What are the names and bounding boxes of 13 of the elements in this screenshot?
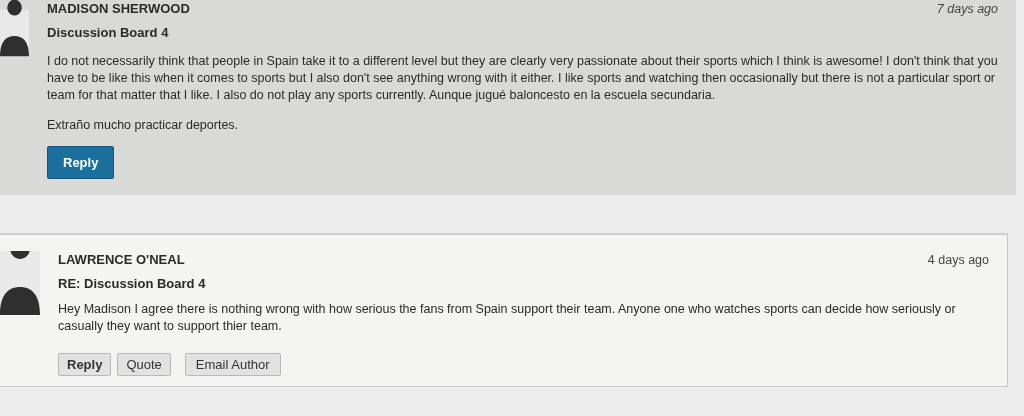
author-name: LAWRENCE O'NEAL bbox=[58, 252, 185, 267]
reply-button[interactable]: Reply bbox=[58, 353, 112, 376]
post-time: 4 days ago bbox=[927, 253, 989, 267]
post-text: Hey Madison I agree there is nothing wrong with how serious the fans from Spain support their team. Anyone one who watches sports can decide how seriously or casually they want to support thier team. bbox=[58, 301, 957, 335]
action-button[interactable]: Quote bbox=[117, 353, 171, 376]
post-time: 7 days ago bbox=[936, 2, 998, 16]
author-name: MADISON SHERWOOD bbox=[47, 1, 190, 16]
post-text: I do not necessarily think that people in Spain take it to a different level but they are clearly very passionate about their sports which I think is awesome! I don't think that you have to be like this when it comes to sports but I also don't see anything wrong with it either. I like sports and watching then occasionally but there is not a particular sport or team for that matter that I like. I also do not play any sports currently. Aunque jugué baloncesto en la escuela secundaria. bbox=[47, 53, 998, 104]
reply-button[interactable]: Reply bbox=[47, 146, 115, 179]
post-subject: RE: Discussion Board 4 bbox=[58, 276, 207, 291]
action-button[interactable]: Email Author bbox=[184, 353, 281, 376]
post-text: Extraño mucho practicar deportes. bbox=[47, 117, 240, 134]
post-subject: Discussion Board 4 bbox=[47, 25, 170, 40]
